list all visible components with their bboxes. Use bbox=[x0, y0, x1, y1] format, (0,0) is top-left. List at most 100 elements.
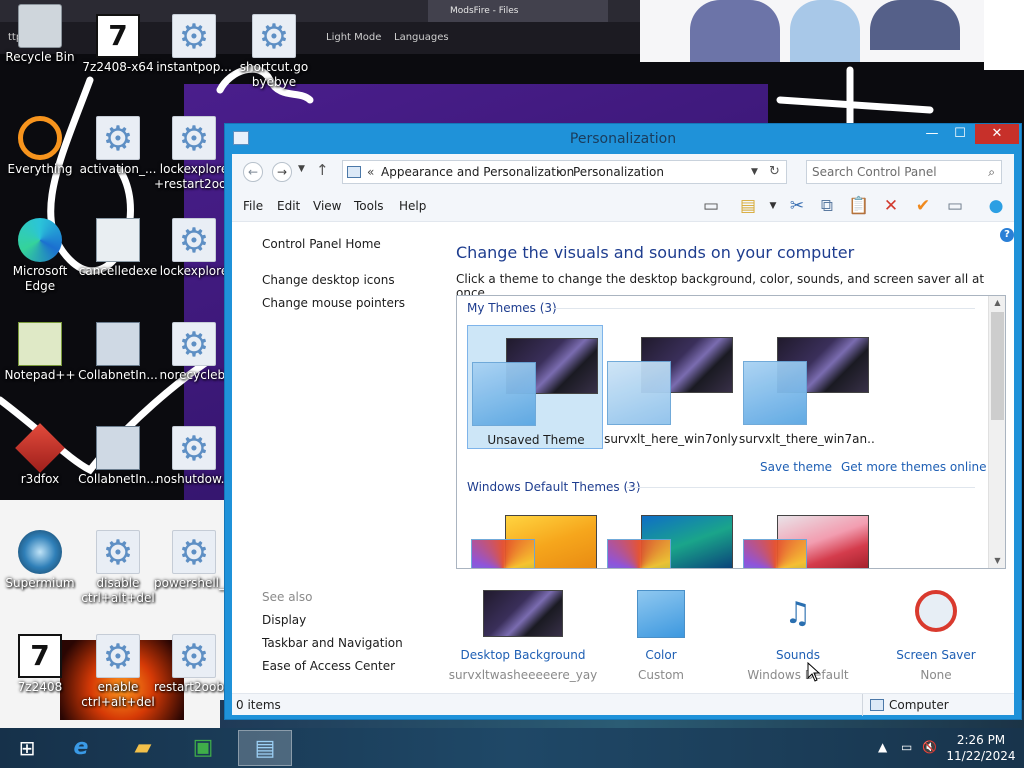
personalization-taskbar-button[interactable]: ▤ bbox=[238, 730, 292, 766]
crumb-separator[interactable]: ▸ bbox=[558, 161, 562, 183]
desktop-icon[interactable]: lockexplore bbox=[154, 218, 234, 279]
desktop-icon[interactable]: restart2oob... bbox=[154, 634, 235, 695]
desktop-icon-label: noshutdow... bbox=[155, 472, 233, 486]
menu-file[interactable]: File bbox=[243, 190, 263, 222]
desktop-background-thumbnail bbox=[483, 590, 563, 637]
theme-item-unsaved[interactable]: Unsaved Theme bbox=[467, 325, 603, 449]
properties-dropdown-icon[interactable]: ▼ bbox=[762, 195, 784, 217]
copy-icon[interactable]: ⧉ bbox=[816, 195, 838, 217]
desktop-icon[interactable]: shortcut.go byebye bbox=[234, 14, 314, 90]
notepadpp-icon bbox=[18, 322, 62, 366]
forward-button[interactable]: → bbox=[272, 162, 292, 182]
theme-item-lines[interactable] bbox=[603, 503, 739, 568]
store-icon[interactable]: ▣ bbox=[176, 730, 230, 766]
preview-pane-icon[interactable]: ▭ bbox=[700, 195, 722, 217]
globe-icon[interactable]: ● bbox=[985, 195, 1007, 217]
cut-icon[interactable]: ✂ bbox=[786, 195, 808, 217]
address-overflow[interactable]: « bbox=[367, 161, 374, 183]
desktop-icon-label: instantpop... bbox=[156, 60, 232, 74]
recent-pages-dropdown[interactable]: ▼ bbox=[298, 164, 305, 174]
desktop-icon[interactable]: 7 7z2408 bbox=[0, 634, 80, 695]
crumb-appearance[interactable]: Appearance and Personalization bbox=[381, 161, 574, 183]
volume-muted-icon[interactable]: 🔇 bbox=[922, 740, 937, 754]
network-icon[interactable]: ▭ bbox=[901, 740, 912, 754]
address-dropdown[interactable]: ▼ bbox=[751, 161, 758, 183]
close-button[interactable]: ✕ bbox=[975, 124, 1019, 144]
search-icon[interactable]: ⌕ bbox=[988, 161, 995, 183]
delete-icon[interactable]: ✕ bbox=[880, 195, 902, 217]
ease-of-access-link[interactable]: Ease of Access Center bbox=[262, 659, 395, 673]
theme-color-swatch bbox=[607, 361, 671, 425]
address-bar[interactable]: « Appearance and Personalization ▸ Perso… bbox=[342, 160, 787, 184]
desktop-icon[interactable]: Microsoft Edge bbox=[0, 218, 80, 294]
color-label[interactable]: Color bbox=[586, 648, 736, 662]
back-button[interactable]: ← bbox=[243, 162, 263, 182]
minimize-button[interactable]: — bbox=[919, 124, 945, 144]
change-desktop-icons-link[interactable]: Change desktop icons bbox=[262, 273, 395, 287]
search-input[interactable]: Search Control Panel ⌕ bbox=[806, 160, 1002, 184]
refresh-icon[interactable]: ↻ bbox=[769, 161, 780, 183]
taskbar-navigation-link[interactable]: Taskbar and Navigation bbox=[262, 636, 403, 650]
desktop-icon[interactable]: 7 7z2408-x64 bbox=[78, 14, 158, 75]
desktop-icon-label: norecyclebi bbox=[159, 368, 229, 382]
theme-item-flowers[interactable] bbox=[739, 503, 875, 568]
sounds-label[interactable]: Sounds bbox=[723, 648, 873, 662]
start-button-icon[interactable]: ⊞ bbox=[0, 730, 54, 766]
desktop-icon[interactable]: lockexplore +restart2oob bbox=[154, 116, 234, 192]
desktop-icon[interactable]: noshutdow... bbox=[154, 426, 234, 487]
desktop-icon[interactable]: powershell_... bbox=[154, 530, 236, 591]
menu-help[interactable]: Help bbox=[399, 190, 426, 222]
save-theme-link[interactable]: Save theme bbox=[760, 460, 832, 474]
menu-edit[interactable]: Edit bbox=[277, 190, 300, 222]
r3dfox-icon bbox=[15, 423, 65, 473]
crumb-personalization[interactable]: Personalization bbox=[573, 161, 664, 183]
see-also-heading: See also bbox=[262, 590, 313, 604]
desktop-icon[interactable]: Recycle Bin bbox=[0, 4, 80, 65]
desktop-icon[interactable]: disable ctrl+alt+del bbox=[78, 530, 158, 606]
theme-item-windows[interactable] bbox=[467, 503, 603, 568]
help-icon[interactable]: ? bbox=[1000, 228, 1014, 242]
desktop-icon[interactable]: norecyclebi bbox=[154, 322, 234, 383]
desktop-icon[interactable]: enable ctrl+alt+del bbox=[78, 634, 158, 710]
desktop-icon[interactable]: instantpop... bbox=[154, 14, 234, 75]
change-mouse-pointers-link[interactable]: Change mouse pointers bbox=[262, 296, 405, 310]
sounds-icon: ♫ bbox=[784, 596, 812, 631]
tray-expand-icon[interactable]: ▲ bbox=[878, 740, 887, 754]
maximize-button[interactable]: ☐ bbox=[947, 124, 973, 144]
checkmark-icon[interactable]: ✔ bbox=[912, 195, 934, 217]
theme-item-here[interactable]: survxlt_here_win7only bbox=[603, 325, 739, 449]
display-link[interactable]: Display bbox=[262, 613, 306, 627]
desktop-icon[interactable]: Supermium bbox=[0, 530, 80, 591]
theme-item-there[interactable]: survxlt_there_win7an... bbox=[739, 325, 875, 449]
desktop-background-label[interactable]: Desktop Background bbox=[448, 648, 598, 662]
desktop-icon[interactable]: Notepad++ bbox=[0, 322, 80, 383]
theme-list[interactable]: My Themes (3) Unsaved Theme survxlt_here… bbox=[456, 295, 1006, 569]
scrollbar-thumb[interactable] bbox=[991, 312, 1004, 420]
menu-view[interactable]: View bbox=[313, 190, 341, 222]
desktop-icon[interactable]: r3dfox bbox=[0, 423, 80, 487]
scroll-down-icon[interactable]: ▼ bbox=[989, 554, 1005, 568]
clock[interactable]: 2:26 PM 11/22/2024 bbox=[946, 732, 1016, 764]
desktop-icon-label: Microsoft Edge bbox=[12, 264, 68, 293]
properties-icon[interactable]: ▤ bbox=[737, 195, 759, 217]
get-more-themes-link[interactable]: Get more themes online bbox=[841, 460, 987, 474]
theme-list-scrollbar[interactable]: ▲ ▼ bbox=[988, 296, 1005, 568]
desktop-icon[interactable]: activation_... bbox=[78, 116, 158, 177]
paste-icon[interactable]: 📋 bbox=[848, 195, 870, 217]
gear-shortcut-icon bbox=[172, 14, 216, 58]
gear-shortcut-icon bbox=[172, 218, 216, 262]
clock-time: 2:26 PM bbox=[956, 733, 1006, 747]
desktop-icon[interactable]: CollabnetIn... bbox=[78, 322, 158, 383]
screen-saver-label[interactable]: Screen Saver bbox=[861, 648, 1011, 662]
desktop-icon[interactable]: CollabnetIn... bbox=[78, 426, 158, 487]
file-explorer-icon[interactable]: ▰ bbox=[116, 730, 170, 766]
desktop-icon[interactable]: cancelledexe bbox=[78, 218, 158, 279]
rename-icon[interactable]: ▭ bbox=[944, 195, 966, 217]
up-button[interactable]: ↑ bbox=[316, 161, 329, 179]
desktop-icon[interactable]: Everything bbox=[0, 116, 80, 177]
internet-explorer-icon[interactable]: e bbox=[54, 730, 108, 766]
window-titlebar[interactable]: Personalization — ☐ ✕ bbox=[225, 124, 1021, 154]
menu-tools[interactable]: Tools bbox=[354, 190, 384, 222]
scroll-up-icon[interactable]: ▲ bbox=[989, 296, 1005, 310]
control-panel-home-link[interactable]: Control Panel Home bbox=[262, 237, 381, 251]
